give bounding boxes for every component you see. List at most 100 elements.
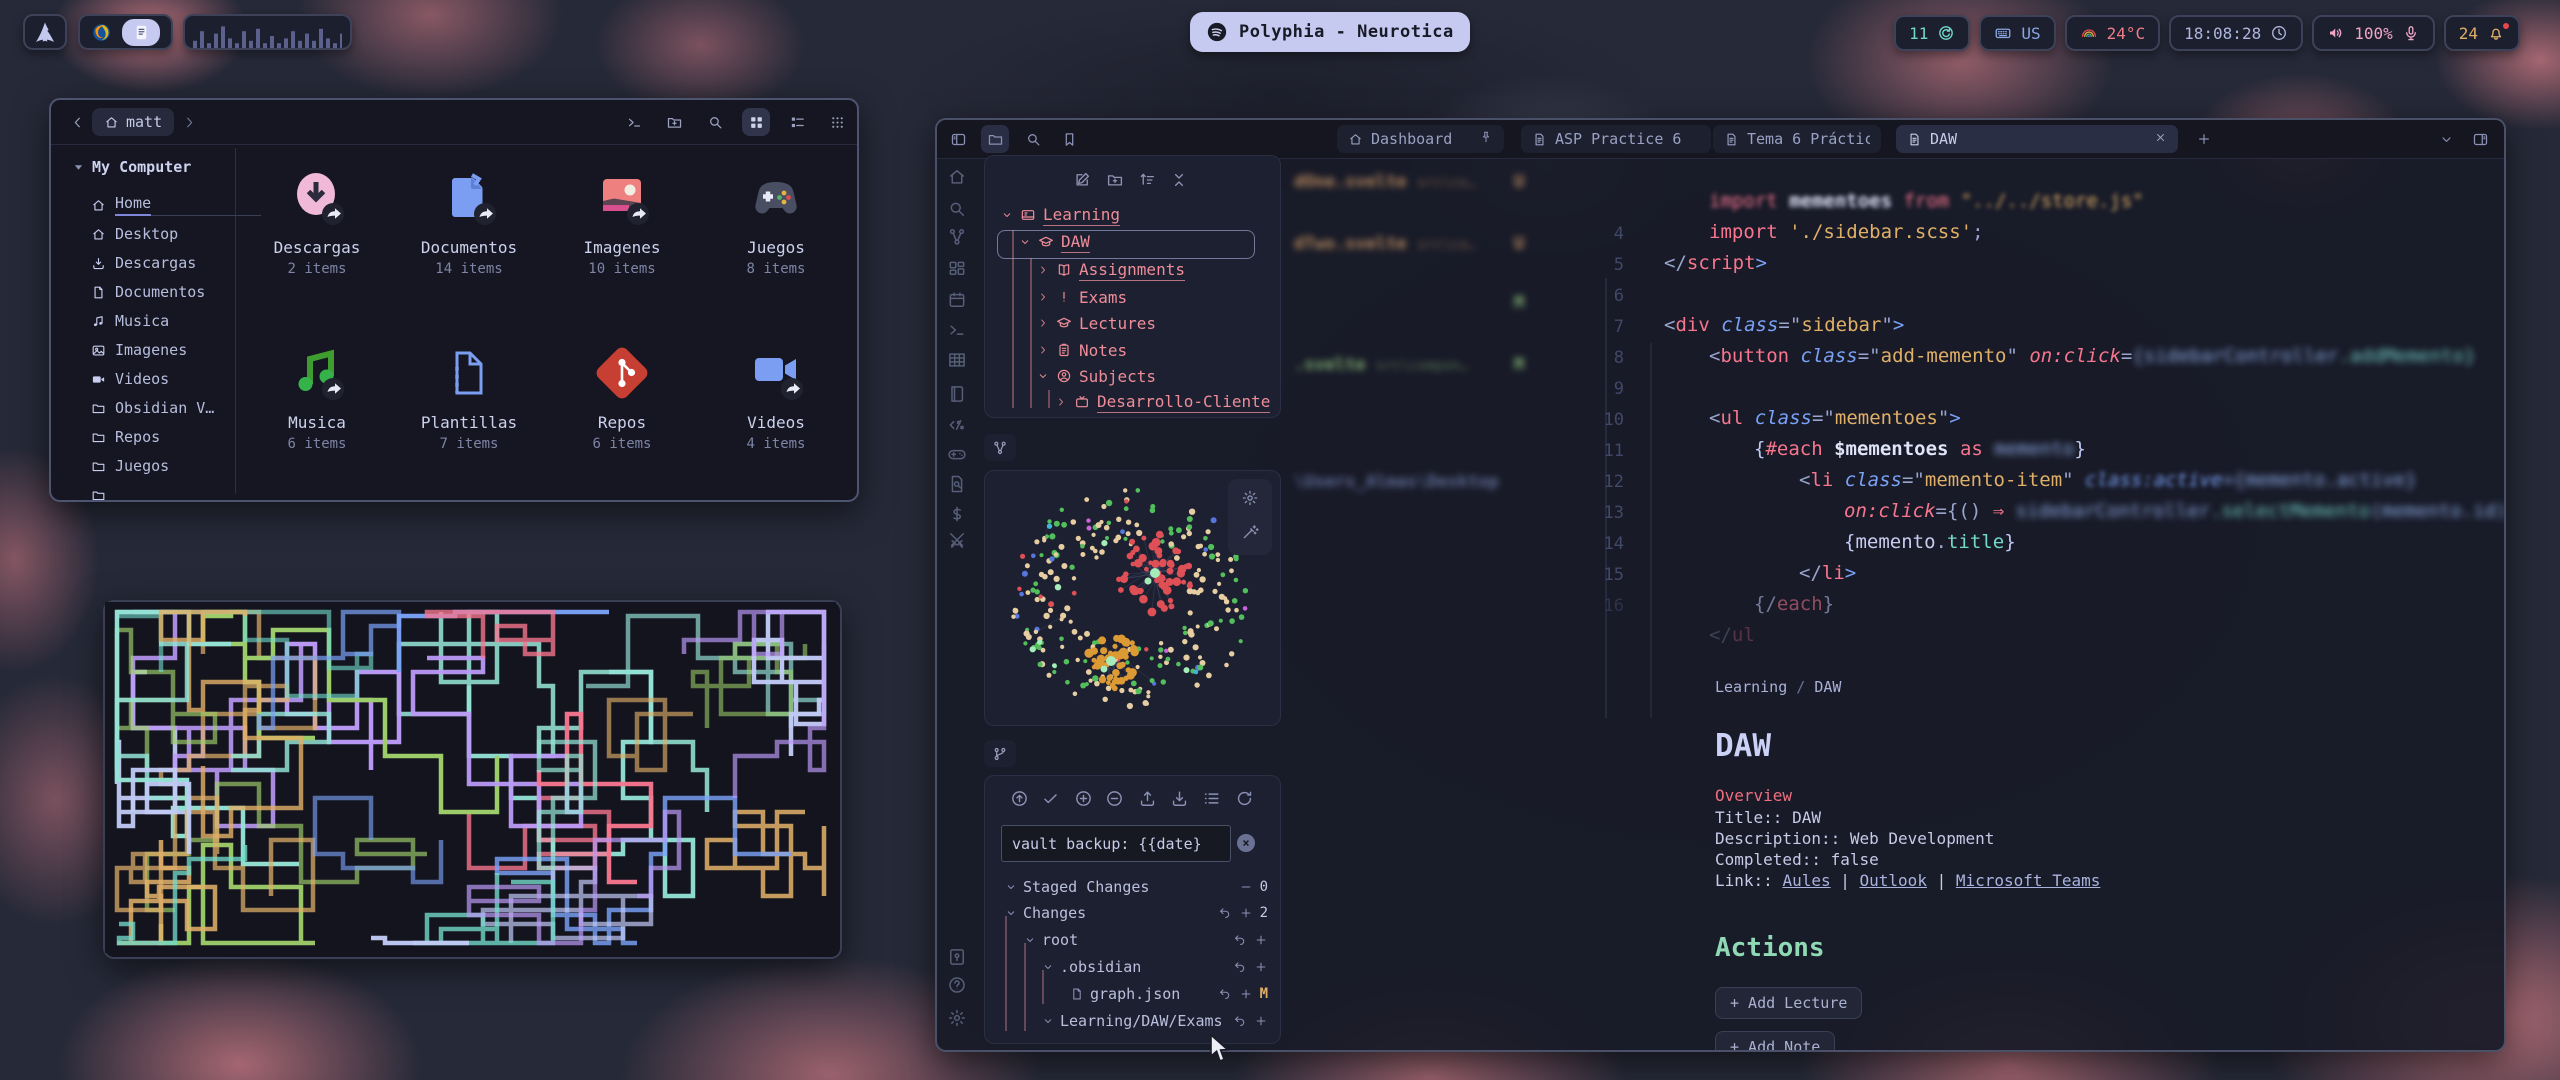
forward-button[interactable] (175, 108, 203, 136)
tree-item-learning[interactable]: Learning (1001, 204, 1120, 226)
git-file-list-button[interactable] (1202, 789, 1221, 808)
tab-tema-6-pr-cticas-[interactable]: Tema 6 Prácticas -… (1713, 125, 1881, 153)
sidebar-item-obsidianv[interactable]: Obsidian V… (91, 397, 214, 419)
explorer-collapse-button[interactable] (1170, 171, 1188, 189)
ribbon-swords-button[interactable] (947, 530, 967, 550)
tab-list-chevron-button[interactable] (2432, 125, 2460, 153)
graph-settings-icon[interactable] (1241, 489, 1259, 507)
toolbar-list-view-button[interactable] (783, 108, 811, 136)
minus-action-icon[interactable] (1239, 880, 1253, 894)
tray-keyboard-layout[interactable]: US (1979, 15, 2055, 51)
tree-item-notes[interactable]: Notes (1037, 339, 1127, 361)
git-panel-badge[interactable] (984, 740, 1016, 767)
plus-action-icon[interactable] (1239, 987, 1253, 1001)
undo-action-icon[interactable] (1233, 933, 1247, 947)
tree-item-assignments[interactable]: Assignments (1037, 259, 1185, 281)
sidebar-item-desktop[interactable]: Desktop (91, 223, 178, 245)
breadcrumb-segment[interactable]: Learning (1715, 678, 1787, 696)
tree-item-desarrollo-cliente[interactable]: Desarrollo-Cliente (1055, 391, 1270, 413)
button-add-note[interactable]: + Add Note (1715, 1031, 1835, 1052)
git-row-changes[interactable]: Changes2 (985, 903, 1280, 923)
explorer-new-folder-button[interactable] (1106, 171, 1124, 189)
breadcrumb[interactable]: matt (92, 108, 174, 136)
ribbon-search-button[interactable] (947, 199, 967, 219)
ribbon-book-button[interactable] (947, 384, 967, 404)
toggle-right-sidebar-button[interactable] (2466, 125, 2494, 153)
git-row-learning-daw-exams[interactable]: Learning/DAW/Exams (985, 1011, 1280, 1031)
ribbon-table-button[interactable] (947, 350, 967, 370)
tab-asp-practice-6[interactable]: ASP Practice 6 (1521, 125, 1711, 153)
link-outlook[interactable]: Outlook (1860, 871, 1927, 890)
git-stage-all-button[interactable] (1074, 789, 1093, 808)
ribbon-dashboard-button[interactable] (947, 259, 967, 279)
undo-action-icon[interactable] (1218, 987, 1232, 1001)
back-button[interactable] (63, 108, 91, 136)
toolbar-search-button[interactable] (701, 108, 729, 136)
tray-volume[interactable]: 100% (2312, 15, 2435, 51)
header-search-button[interactable] (1019, 125, 1047, 153)
git-row-staged-changes[interactable]: Staged Changes0 (985, 877, 1280, 897)
ribbon-terminal-button[interactable] (947, 320, 967, 340)
breadcrumb-segment[interactable]: DAW (1814, 678, 1841, 696)
explorer-new-note-button[interactable] (1073, 171, 1091, 189)
link-microsoft-teams[interactable]: Microsoft Teams (1956, 871, 2101, 890)
git-pull-button[interactable] (1170, 789, 1189, 808)
folder-juegos[interactable]: Juegos8 items (711, 170, 841, 277)
git-row-root[interactable]: root (985, 930, 1280, 950)
note-breadcrumb[interactable]: Learning / DAW (1715, 678, 2506, 696)
folder-musica[interactable]: Musica6 items (252, 345, 382, 452)
sidebar-root[interactable]: My Computer (73, 158, 191, 176)
plus-action-icon[interactable] (1254, 933, 1268, 947)
git-backup-button[interactable] (1010, 789, 1029, 808)
ribbon-share-graph-button[interactable] (947, 227, 967, 247)
git-refresh-button[interactable] (1235, 789, 1254, 808)
tray-clock[interactable]: 18:08:28 (2169, 15, 2303, 51)
tab-daw[interactable]: DAW (1896, 125, 2178, 153)
folder-repos[interactable]: Repos6 items (557, 345, 687, 452)
tray-notifications[interactable]: 24 (2444, 15, 2520, 51)
ribbon-vault-button[interactable] (947, 947, 967, 967)
folder-descargas[interactable]: Descargas2 items (252, 170, 382, 277)
git-push-button[interactable] (1138, 789, 1157, 808)
toolbar-folder-plus-button[interactable] (660, 108, 688, 136)
ribbon-dollar-button[interactable] (947, 504, 967, 524)
git-row--obsidian[interactable]: .obsidian (985, 957, 1280, 977)
folder-imagenes[interactable]: Imagenes10 items (557, 170, 687, 277)
tree-item-lectures[interactable]: Lectures (1037, 312, 1156, 334)
tray-updates[interactable]: 11 (1894, 15, 1970, 51)
taskbar-app-firefox[interactable] (91, 22, 112, 43)
ribbon-home-button[interactable] (947, 167, 967, 187)
ribbon-help-button[interactable] (947, 975, 967, 995)
button-add-lecture[interactable]: + Add Lecture (1715, 987, 1862, 1019)
toolbar-terminal-button[interactable] (620, 108, 648, 136)
tree-item-daw[interactable]: DAW (1019, 231, 1090, 253)
graph-fil4ter-icon[interactable] (1241, 523, 1259, 541)
header-sidebar-left-button[interactable] (944, 125, 972, 153)
git-view-badge[interactable] (984, 434, 1016, 461)
ribbon-settings-button[interactable] (947, 1008, 967, 1028)
plus-action-icon[interactable] (1254, 1014, 1268, 1028)
tray-weather[interactable]: 24°C (2065, 15, 2161, 51)
folder-videos[interactable]: Videos4 items (711, 345, 841, 452)
ribbon-gamepad-button[interactable] (947, 444, 967, 464)
sidebar-item-descargas[interactable]: Descargas (91, 252, 196, 274)
sidebar-item-home[interactable]: Home (91, 194, 151, 216)
sidebar-item-repos[interactable]: Repos (91, 426, 160, 448)
ribbon-file-search-button[interactable] (947, 474, 967, 494)
sidebar-item-documentos[interactable]: Documentos (91, 281, 205, 303)
explorer-sort-button[interactable] (1138, 171, 1156, 189)
header-folder-button[interactable] (981, 125, 1009, 153)
folder-documentos[interactable]: Documentos14 items (404, 170, 534, 277)
link-aules[interactable]: Aules (1782, 871, 1830, 890)
plus-action-icon[interactable] (1254, 960, 1268, 974)
sidebar-item-juegos[interactable]: Juegos (91, 455, 169, 477)
ribbon-calendar-button[interactable] (947, 290, 967, 310)
commit-message-input[interactable] (1001, 825, 1231, 862)
undo-action-icon[interactable] (1233, 1014, 1247, 1028)
sidebar-item-imagenes[interactable]: Imagenes (91, 339, 187, 361)
app-launcher-button[interactable] (23, 14, 67, 50)
music-widget[interactable]: Polyphia - Neurotica (1190, 12, 1470, 52)
undo-action-icon[interactable] (1233, 960, 1247, 974)
git-row-graph-json[interactable]: graph.jsonM (985, 984, 1280, 1004)
undo-action-icon[interactable] (1218, 906, 1232, 920)
